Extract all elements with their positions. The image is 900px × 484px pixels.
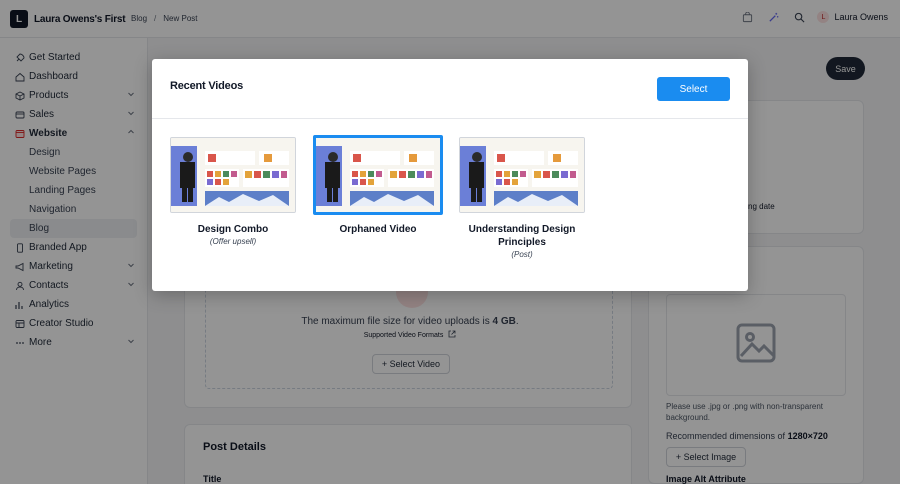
video-option[interactable]: Design Combo (Offer upsell) <box>170 137 296 246</box>
video-subtitle: (Post) <box>511 250 533 259</box>
modal-header: Recent Videos Select <box>152 59 748 119</box>
video-subtitle: (Offer upsell) <box>209 237 257 246</box>
video-thumbnail <box>459 137 585 213</box>
video-thumbnail <box>313 135 443 215</box>
video-title: Orphaned Video <box>339 224 417 235</box>
video-option-selected[interactable]: Orphaned Video <box>313 135 443 236</box>
recent-videos-modal: Recent Videos Select Design Combo (Offer… <box>152 59 748 291</box>
modal-title: Recent Videos <box>170 80 244 92</box>
select-button[interactable]: Select <box>657 77 730 101</box>
video-title: Understanding Design Principles <box>468 224 576 248</box>
video-thumbnail <box>170 137 296 213</box>
video-option[interactable]: Understanding Design Principles (Post) <box>459 137 585 259</box>
video-title: Design Combo <box>197 224 269 235</box>
